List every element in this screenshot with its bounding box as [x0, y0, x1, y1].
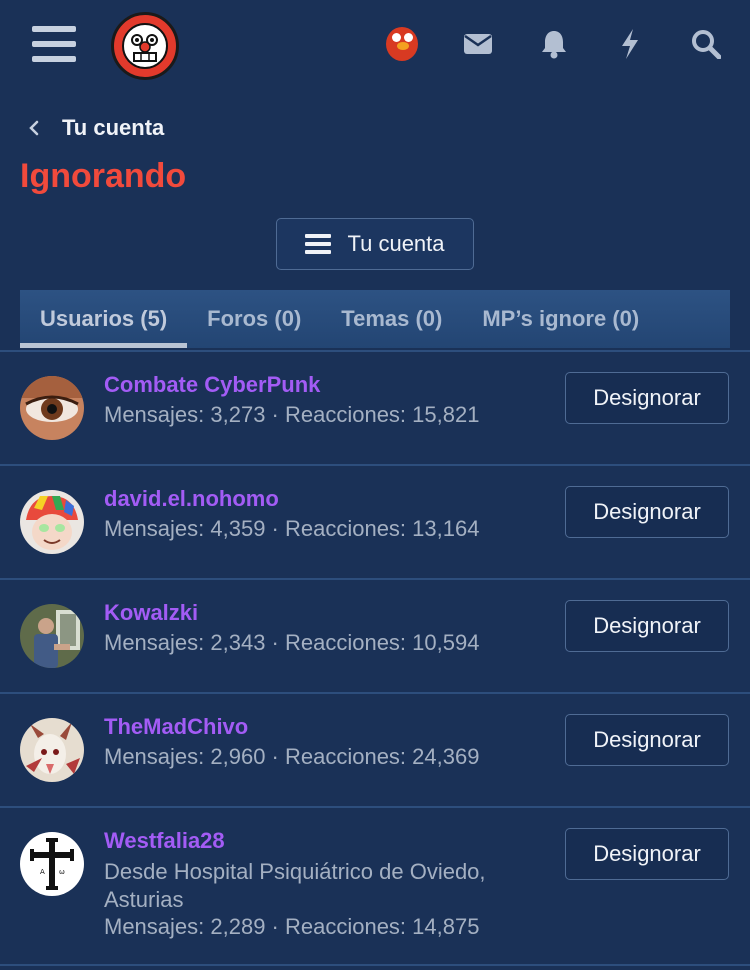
user-name-link[interactable]: Kowalzki: [104, 600, 198, 626]
list-item: Combate CyberPunk Mensajes: 3,273 · Reac…: [0, 350, 750, 464]
user-name-link[interactable]: TheMadChivo: [104, 714, 248, 740]
unignore-button[interactable]: Designorar: [565, 600, 729, 652]
tab-bar: Usuarios (5) Foros (0) Temas (0) MP’s ig…: [20, 290, 730, 348]
tab-mp-ignore[interactable]: MP’s ignore (0): [462, 290, 659, 348]
page-title: Ignorando: [20, 157, 187, 195]
svg-text:ω: ω: [59, 868, 65, 876]
user-stats: Mensajes: 2,960 · Reacciones: 24,369: [104, 744, 480, 769]
avatar[interactable]: [20, 376, 84, 440]
menu-icon[interactable]: [32, 26, 76, 62]
svg-text:A: A: [40, 868, 45, 876]
search-icon[interactable]: [690, 26, 722, 62]
user-name-link[interactable]: david.el.nohomo: [104, 486, 279, 512]
bell-icon[interactable]: [538, 26, 570, 62]
chevron-left-icon[interactable]: [26, 120, 42, 136]
list-item: david.el.nohomo Mensajes: 4,359 · Reacci…: [0, 464, 750, 578]
ignored-users-list: Combate CyberPunk Mensajes: 3,273 · Reac…: [0, 350, 750, 966]
user-stats: Mensajes: 4,359 · Reacciones: 13,164: [104, 516, 480, 541]
list-item: TheMadChivo Mensajes: 2,960 · Reacciones…: [0, 692, 750, 806]
user-name-link[interactable]: Combate CyberPunk: [104, 372, 320, 398]
mail-icon[interactable]: [462, 26, 494, 62]
bolt-icon[interactable]: [614, 26, 646, 62]
user-stats: Mensajes: 2,343 · Reacciones: 10,594: [104, 630, 480, 655]
tab-foros[interactable]: Foros (0): [187, 290, 321, 348]
unignore-button[interactable]: Designorar: [565, 828, 729, 880]
avatar-image: [386, 27, 418, 61]
list-divider: [0, 964, 750, 966]
list-item: A ω Westfalia28 Desde Hospital Psiquiátr…: [0, 806, 750, 966]
header-actions: [386, 26, 722, 62]
site-logo[interactable]: [111, 12, 179, 80]
unignore-button[interactable]: Designorar: [565, 486, 729, 538]
avatar[interactable]: [20, 490, 84, 554]
breadcrumb: Tu cuenta: [0, 114, 750, 142]
unignore-button[interactable]: Designorar: [565, 372, 729, 424]
user-location: Desde Hospital Psiquiátrico de Oviedo, A…: [104, 859, 486, 912]
user-stats: Mensajes: 2,289 · Reacciones: 14,875: [104, 914, 480, 939]
menu-lines-icon: [305, 234, 332, 254]
account-button-label: Tu cuenta: [347, 231, 445, 256]
account-menu-button[interactable]: Tu cuenta: [276, 218, 474, 270]
user-name-link[interactable]: Westfalia28: [104, 828, 225, 854]
avatar[interactable]: A ω: [20, 832, 84, 896]
avatar[interactable]: [20, 718, 84, 782]
breadcrumb-link[interactable]: Tu cuenta: [62, 115, 164, 141]
avatar[interactable]: [20, 604, 84, 668]
user-avatar[interactable]: [386, 26, 418, 62]
tab-usuarios[interactable]: Usuarios (5): [20, 290, 188, 348]
tab-temas[interactable]: Temas (0): [321, 290, 462, 348]
user-stats: Mensajes: 3,273 · Reacciones: 15,821: [104, 402, 480, 427]
top-bar: [0, 0, 750, 92]
unignore-button[interactable]: Designorar: [565, 714, 729, 766]
list-item: Kowalzki Mensajes: 2,343 · Reacciones: 1…: [0, 578, 750, 692]
